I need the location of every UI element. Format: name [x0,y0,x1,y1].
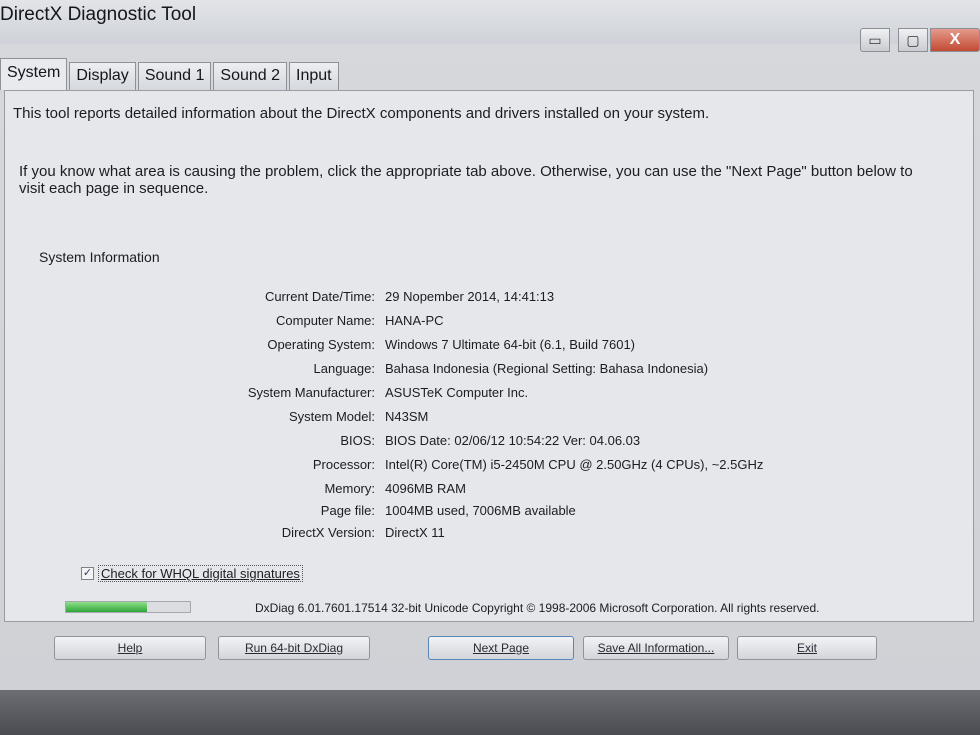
intro-text-1: This tool reports detailed information a… [13,105,710,122]
maximize-icon: ▢ [906,31,920,48]
system-tab-panel: This tool reports detailed information a… [4,90,974,622]
window-title: DirectX Diagnostic Tool [0,4,197,25]
info-row-language: Language: Bahasa Indonesia (Regional Set… [5,361,965,381]
info-row-memory: Memory: 4096MB RAM [5,481,965,501]
button-bar: Help Run 64-bit DxDiag Next Page Save Al… [0,636,980,664]
info-row-datetime: Current Date/Time: 29 Nopember 2014, 14:… [5,289,965,309]
close-icon: X [949,31,961,48]
tab-display[interactable]: Display [69,62,136,90]
tab-input[interactable]: Input [289,62,339,90]
info-label: Current Date/Time: [264,289,375,304]
tab-sound-2[interactable]: Sound 2 [213,62,288,90]
info-row-page-file: Page file: 1004MB used, 7006MB available [5,503,965,523]
info-value: HANA-PC [385,313,444,328]
whql-checkbox-row[interactable]: ✓ Check for WHQL digital signatures [81,565,303,582]
info-value: DirectX 11 [385,525,445,540]
close-button[interactable]: X [930,28,980,52]
info-label: DirectX Version: [281,525,375,540]
info-value: 1004MB used, 7006MB available [385,503,576,518]
info-value: 4096MB RAM [385,481,466,496]
info-value: BIOS Date: 02/06/12 10:54:22 Ver: 04.06.… [385,433,641,448]
info-label: System Model: [289,409,375,424]
progress-bar [65,601,191,613]
info-value: 29 Nopember 2014, 14:41:13 [385,289,555,304]
info-row-os: Operating System: Windows 7 Ultimate 64-… [5,337,965,357]
minimize-button[interactable]: ▭ [860,28,890,52]
info-label: Processor: [312,457,375,472]
info-label: BIOS: [340,433,375,448]
save-all-information-button[interactable]: Save All Information... [583,636,729,660]
info-value: N43SM [385,409,429,424]
exit-button-label: Exit [796,641,817,655]
run-64bit-button-label: Run 64-bit DxDiag [244,641,344,655]
section-title: System Information [39,249,160,265]
info-label: Page file: [320,503,375,518]
dxdiag-window: DirectX Diagnostic Tool ▭ ▢ X System Dis… [0,0,980,690]
whql-label[interactable]: Check for WHQL digital signatures [98,565,303,582]
info-label: Computer Name: [276,313,375,328]
info-value: Bahasa Indonesia (Regional Setting: Baha… [385,361,709,376]
next-page-button-label: Next Page [472,641,530,655]
info-label: Memory: [324,481,375,496]
progress-fill [66,602,147,612]
maximize-button[interactable]: ▢ [898,28,928,52]
intro-text-2: If you know what area is causing the pro… [19,163,913,197]
save-button-label: Save All Information... [597,641,715,655]
tab-system[interactable]: System [0,58,68,90]
info-row-processor: Processor: Intel(R) Core(TM) i5-2450M CP… [5,457,965,477]
help-button[interactable]: Help [54,636,206,660]
tab-sound-1[interactable]: Sound 1 [137,62,212,90]
info-label: Operating System: [267,337,375,352]
help-button-label: Help [117,641,143,655]
minimize-icon: ▭ [868,31,882,48]
exit-button[interactable]: Exit [737,636,877,660]
info-row-computer-name: Computer Name: HANA-PC [5,313,965,333]
background-desk [0,690,980,735]
info-row-model: System Model: N43SM [5,409,965,429]
info-row-bios: BIOS: BIOS Date: 02/06/12 10:54:22 Ver: … [5,433,965,453]
info-row-manufacturer: System Manufacturer: ASUSTeK Computer In… [5,385,965,405]
info-label: Language: [313,361,375,376]
info-value: ASUSTeK Computer Inc. [385,385,529,400]
run-64bit-dxdiag-button[interactable]: Run 64-bit DxDiag [218,636,370,660]
info-value: Windows 7 Ultimate 64-bit (6.1, Build 76… [385,337,636,352]
next-page-button[interactable]: Next Page [428,636,574,660]
copyright-text: DxDiag 6.01.7601.17514 32-bit Unicode Co… [255,601,820,615]
title-bar[interactable]: DirectX Diagnostic Tool ▭ ▢ X [0,0,980,52]
tab-strip: System Display Sound 1 Sound 2 Input [0,56,341,90]
info-value: Intel(R) Core(TM) i5-2450M CPU @ 2.50GHz… [385,457,764,472]
info-label: System Manufacturer: [247,385,375,400]
whql-checkbox[interactable]: ✓ [81,567,94,580]
info-row-directx-version: DirectX Version: DirectX 11 [5,525,965,545]
